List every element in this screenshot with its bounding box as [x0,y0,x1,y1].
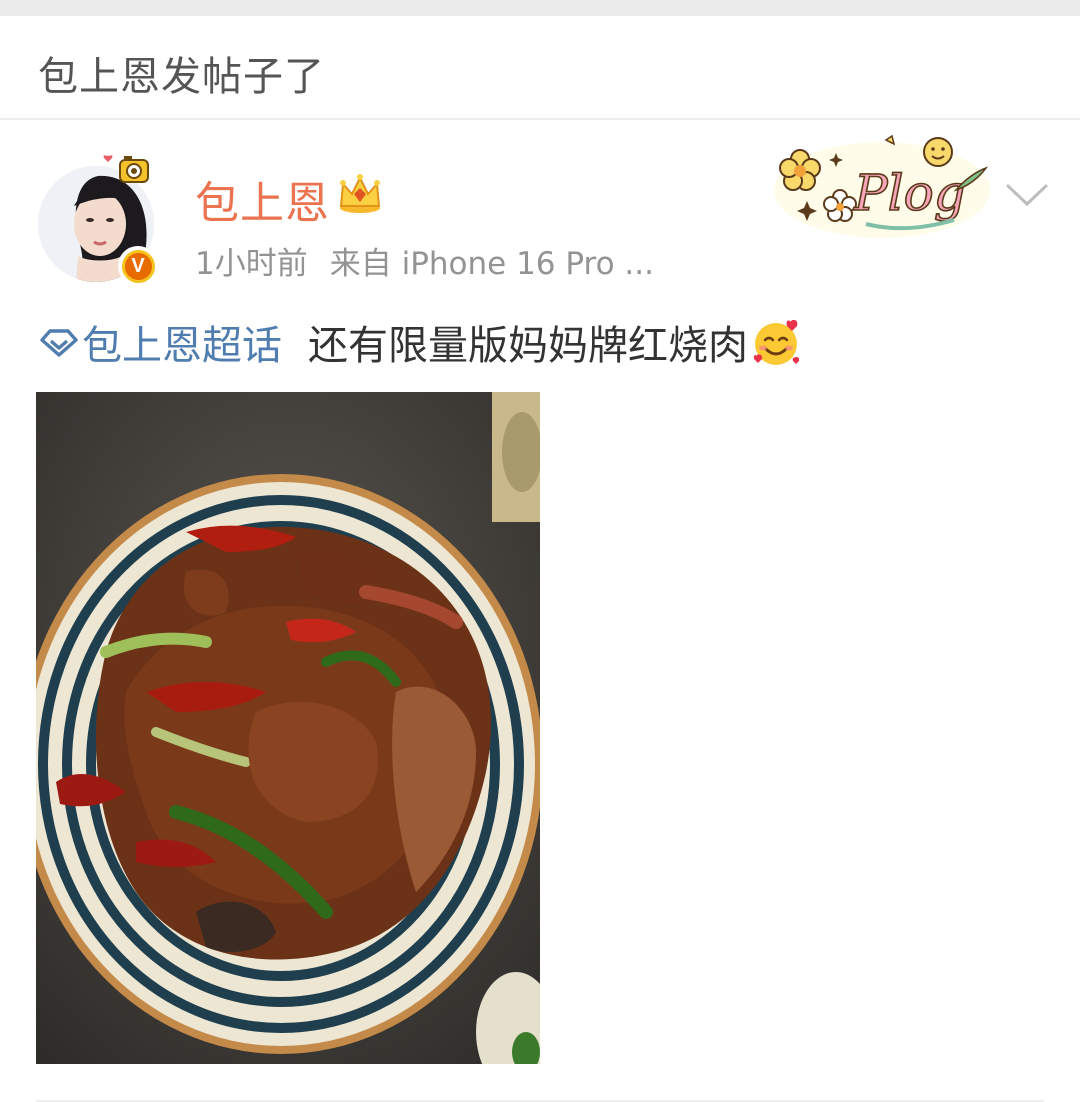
post-meta: 1小时前 来自 iPhone 16 Pro ... [195,238,654,283]
camera-pendant-icon [103,155,149,183]
post-photo[interactable] [36,392,540,1064]
post-source[interactable]: 来自 iPhone 16 Pro ... [330,246,654,282]
chevron-down-icon[interactable] [1004,180,1050,210]
page-title: 包上恩发帖子了 [38,54,325,100]
svg-text:Plog: Plog [853,164,966,222]
author-name[interactable]: 包上恩 [195,167,330,231]
status-bar-strip [0,0,1080,16]
diamond-topic-icon [40,329,78,357]
post-text: 还有限量版妈妈牌红烧肉 [308,323,748,369]
topic-link[interactable]: 包上恩超话 [38,313,282,371]
crown-icon[interactable] [337,172,383,214]
post-card[interactable]: V 包上恩 1小时前 来自 iPhone 16 Pro ... Plog 包上恩… [0,122,1080,1102]
topic-label[interactable]: 包上恩超话 [82,313,282,371]
plog-sticker: Plog [774,134,990,238]
post-time: 1小时前 [195,246,308,282]
verified-badge: V [118,246,158,286]
author-avatar-group[interactable]: V [38,155,158,286]
post-content: 包上恩超话 还有限量版妈妈牌红烧肉 [38,314,802,370]
page-header: 包上恩发帖子了 [0,16,1080,120]
smiling-face-with-hearts-icon [753,319,800,365]
